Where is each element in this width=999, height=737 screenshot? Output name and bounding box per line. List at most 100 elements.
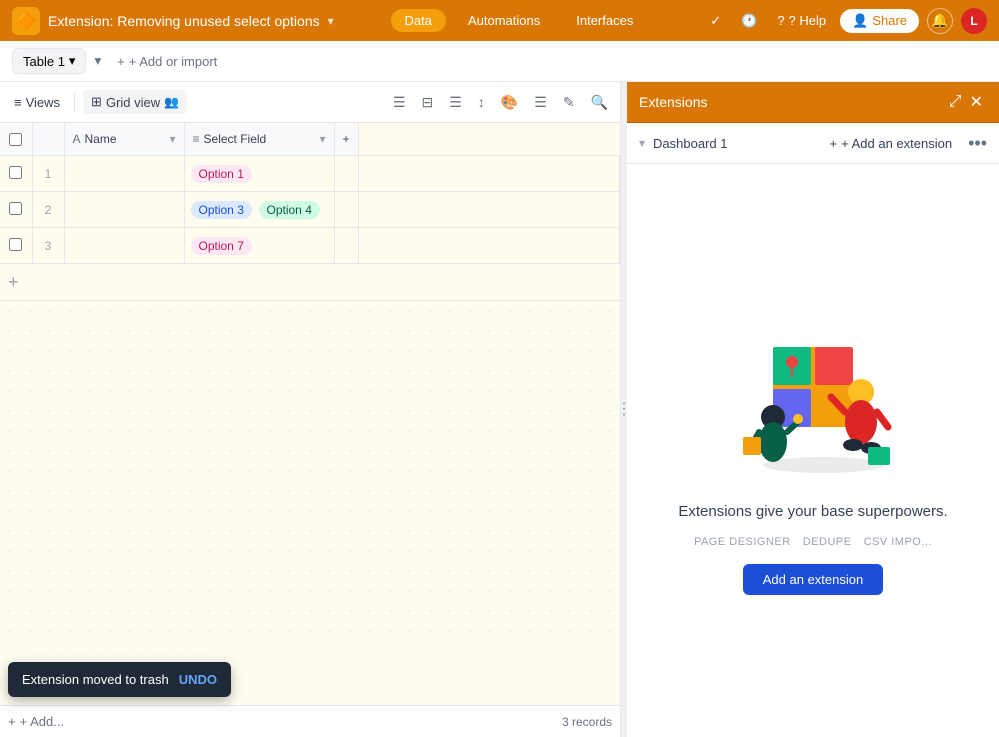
right-panel: Extensions ⤢ ✕ ▾ Dashboard 1 + + Add an …	[627, 82, 999, 737]
add-row-btn[interactable]: +	[0, 264, 620, 300]
add-extension-cta[interactable]: Add an extension	[743, 564, 883, 595]
select-sort-icon: ▾	[319, 132, 325, 146]
grid-container: A Name ▾ ≡ Select Field ▾	[0, 123, 620, 705]
table-row: 2 Option 3 Option 4	[0, 192, 620, 228]
table-name: Table 1	[23, 54, 65, 69]
check-icon-btn[interactable]: ✓	[704, 9, 727, 33]
filter-btn[interactable]: ⊟	[418, 90, 438, 115]
row3-options[interactable]: Option 7	[184, 228, 334, 264]
row2-spacer	[358, 192, 619, 228]
option-tag[interactable]: Option 4	[259, 201, 320, 219]
main-area: ≡ Views ⊞ Grid view 👥 ☰ ⊟ ☰ ↕ 🎨 ☰ ✎ 🔍	[0, 82, 999, 737]
toolbar: Table 1 ▾ ▾ + + Add or import	[0, 41, 999, 82]
add-import-button[interactable]: + + Add or import	[109, 50, 225, 73]
close-extensions-btn[interactable]: ✕	[966, 88, 987, 116]
row1-name[interactable]	[64, 156, 184, 192]
help-icon: ?	[777, 13, 784, 28]
row-checkbox[interactable]	[9, 202, 22, 215]
undo-button[interactable]: UNDO	[179, 672, 217, 687]
th-name[interactable]: A Name ▾	[64, 123, 184, 156]
expand-btn[interactable]: ✎	[559, 90, 579, 115]
grid-icon: ⊞	[91, 94, 102, 110]
people-icon: 👥	[164, 95, 179, 109]
table-selector[interactable]: Table 1 ▾	[12, 48, 86, 74]
dashboard-chevron[interactable]: ▾	[639, 136, 645, 150]
add-row[interactable]: +	[0, 264, 620, 301]
avatar[interactable]: L	[961, 8, 987, 34]
tag-dedupe: DEDUPE	[803, 536, 852, 548]
row1-add	[334, 156, 358, 192]
row2-checkbox[interactable]	[0, 192, 32, 228]
search-btn[interactable]: 🔍	[587, 90, 612, 115]
option-tag[interactable]: Option 3	[191, 201, 252, 219]
share-button[interactable]: 👤 Share	[840, 9, 919, 33]
record-count: 3 records	[562, 715, 612, 729]
app-logo: 🔶	[12, 7, 40, 35]
option-tag[interactable]: Option 1	[191, 165, 252, 183]
plus-icon: +	[830, 136, 838, 151]
row1-options[interactable]: Option 1	[184, 156, 334, 192]
color-btn[interactable]: 🎨	[497, 90, 522, 115]
group-btn[interactable]: ☰	[445, 90, 466, 115]
grid-expand-area	[0, 301, 620, 651]
row2-num: 2	[32, 192, 64, 228]
row3-checkbox[interactable]	[0, 228, 32, 264]
row2-options[interactable]: Option 3 Option 4	[184, 192, 334, 228]
extensions-tags: PAGE DESIGNER DEDUPE CSV IMPO...	[694, 536, 932, 548]
row1-checkbox[interactable]	[0, 156, 32, 192]
snackbar-message: Extension moved to trash	[22, 672, 169, 687]
row2-add	[334, 192, 358, 228]
th-add-field[interactable]: +	[334, 123, 358, 156]
select-header-label: Select Field	[204, 132, 267, 146]
add-field-icon: +	[343, 132, 350, 146]
row2-name[interactable]	[64, 192, 184, 228]
sort-btn[interactable]: ↕	[474, 90, 489, 114]
row3-num: 3	[32, 228, 64, 264]
tab-automations[interactable]: Automations	[454, 9, 554, 32]
name-field-icon: A	[73, 132, 81, 146]
grid-view-btn[interactable]: ⊞ Grid view 👥	[83, 90, 187, 114]
row-height-btn[interactable]: ☰	[530, 90, 551, 115]
add-extension-button[interactable]: + + Add an extension	[822, 132, 961, 155]
title-chevron[interactable]: ▾	[328, 14, 334, 28]
th-spacer	[358, 123, 619, 156]
notification-bell[interactable]: 🔔	[927, 8, 953, 34]
row1-num: 1	[32, 156, 64, 192]
top-nav: 🔶 Extension: Removing unused select opti…	[0, 0, 999, 41]
hide-fields-btn[interactable]: ☰	[389, 90, 410, 115]
plus-icon: +	[8, 714, 16, 729]
grid-table: A Name ▾ ≡ Select Field ▾	[0, 123, 620, 301]
row-checkbox[interactable]	[9, 238, 22, 251]
views-icon: ≡	[14, 95, 22, 110]
table-row: 3 Option 7	[0, 228, 620, 264]
extensions-content: Extensions give your base superpowers. P…	[627, 164, 999, 737]
add-record-button[interactable]: + + Add...	[8, 714, 64, 729]
dashboard-header: ▾ Dashboard 1 + + Add an extension •••	[627, 123, 999, 164]
th-checkbox[interactable]	[0, 123, 32, 156]
row-checkbox[interactable]	[9, 166, 22, 179]
tag-csv-import: CSV IMPO...	[864, 536, 932, 548]
tag-page-designer: PAGE DESIGNER	[694, 536, 791, 548]
extensions-header: Extensions ⤢ ✕	[627, 82, 999, 123]
history-btn[interactable]: 🕐	[735, 9, 763, 33]
th-select-field[interactable]: ≡ Select Field ▾	[184, 123, 334, 156]
th-rownum	[32, 123, 64, 156]
snackbar: Extension moved to trash UNDO	[8, 662, 231, 697]
views-toggle[interactable]: ≡ Views	[8, 91, 66, 114]
row3-add	[334, 228, 358, 264]
row1-spacer	[358, 156, 619, 192]
tab-interfaces[interactable]: Interfaces	[562, 9, 647, 32]
dashboard-more-btn[interactable]: •••	[968, 133, 987, 154]
extensions-body: ▾ Dashboard 1 + + Add an extension •••	[627, 123, 999, 737]
help-btn[interactable]: ? ? Help	[771, 9, 832, 32]
select-all-checkbox[interactable]	[9, 133, 22, 146]
plus-icon: +	[117, 54, 125, 69]
views-divider	[74, 92, 75, 112]
extensions-illustration	[713, 307, 913, 487]
select-field-icon: ≡	[193, 132, 200, 146]
expand-extensions-btn[interactable]: ⤢	[945, 89, 966, 115]
tab-data[interactable]: Data	[391, 9, 446, 32]
table-chevron-btn[interactable]: ▾	[90, 49, 105, 73]
option-tag[interactable]: Option 7	[191, 237, 252, 255]
row3-name[interactable]	[64, 228, 184, 264]
